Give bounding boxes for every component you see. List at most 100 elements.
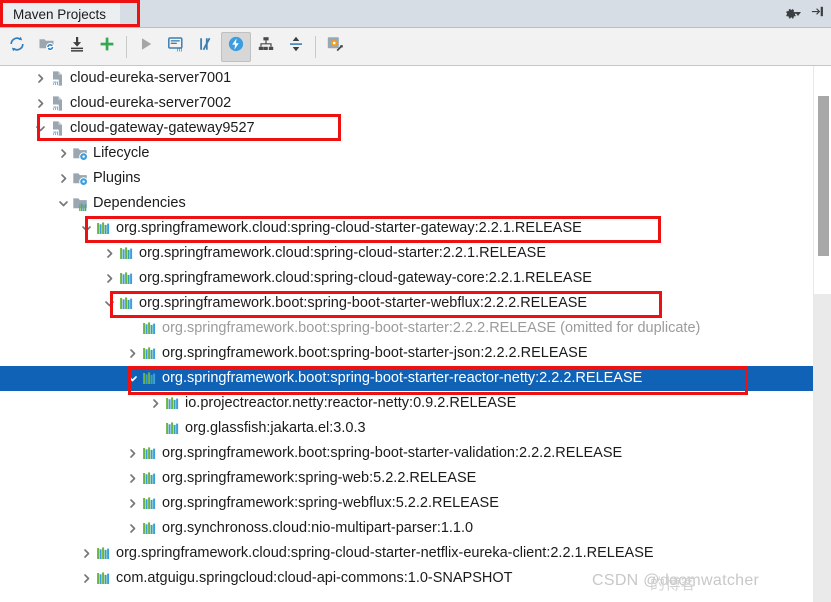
library-icon [141,320,158,337]
skip-tests-icon [197,35,215,58]
tree-row[interactable]: org.springframework.cloud:spring-cloud-g… [0,266,813,291]
tree-row[interactable]: Lifecycle [0,141,813,166]
tree-twisty-collapsed-icon[interactable] [124,520,141,537]
tree-row[interactable]: org.springframework.boot:spring-boot-sta… [0,441,813,466]
tree-twisty-collapsed-icon[interactable] [124,495,141,512]
tree-twisty-collapsed-icon[interactable] [101,245,118,262]
chevron-down-icon [795,12,801,16]
tree-row-label: org.springframework.boot:spring-boot-sta… [162,345,588,361]
hide-panel-icon[interactable] [810,4,825,24]
svg-text:m: m [53,128,59,137]
tree-row-label: com.atguigu.springcloud:cloud-api-common… [116,570,513,586]
tree-twisty-collapsed-icon[interactable] [78,570,95,587]
toolbar-download-sources-and-documentation[interactable] [62,32,92,62]
vertical-scrollbar-thumb[interactable] [818,96,829,256]
toolbar-separator [315,35,316,58]
svg-text:m: m [53,78,59,87]
toolbar-maven-settings[interactable] [320,32,350,62]
vertical-scrollbar[interactable] [813,66,831,602]
tree-row[interactable]: m cloud-gateway-gateway9527 [0,116,813,141]
tree-row-label: org.springframework.boot:spring-boot-sta… [162,445,623,461]
tree-twisty-collapsed-icon[interactable] [147,395,164,412]
dependencies-folder-icon [72,195,89,212]
tree-twisty-collapsed-icon[interactable] [32,95,49,112]
tree-row[interactable]: m cloud-eureka-server7001 [0,66,813,91]
tree-row[interactable]: m cloud-eureka-server7002 [0,91,813,116]
tree-row-label: Lifecycle [93,145,150,161]
tree-twisty-collapsed-icon[interactable] [55,170,72,187]
svg-text:m: m [177,45,183,53]
maven-projects-tree[interactable]: m cloud-eureka-server7001 m cloud-eureka-se… [0,66,813,602]
tree-row[interactable]: io.projectreactor.netty:reactor-netty:0.… [0,391,813,416]
tree-twisty-expanded-icon[interactable] [32,120,49,137]
download-icon [68,35,86,58]
tree-row[interactable]: org.springframework.boot:spring-boot-sta… [0,291,813,316]
tab-maven-projects-label: Maven Projects [13,6,107,22]
toolbar-toggle-offline-mode[interactable] [221,31,251,62]
tree-row[interactable]: org.synchronoss.cloud:nio-multipart-pars… [0,516,813,541]
toolbar-execute-maven-goal[interactable]: m [161,32,191,62]
vertical-scrollbar-track-lower[interactable] [814,294,831,602]
tree-twisty-expanded-icon[interactable] [124,370,141,387]
tree-row[interactable]: org.springframework.boot:spring-boot-sta… [0,341,813,366]
library-icon [118,295,135,312]
toolbar-run-maven-build[interactable] [131,32,161,62]
tool-window-header-actions [783,0,825,28]
tree-row-label: cloud-gateway-gateway9527 [70,120,255,136]
tree-twisty-collapsed-icon[interactable] [124,345,141,362]
tree-row[interactable]: org.springframework.cloud:spring-cloud-s… [0,541,813,566]
watermark: CSDN @doomwatcher 的博客 [592,572,759,593]
tree-row-label: org.synchronoss.cloud:nio-multipart-pars… [162,520,474,536]
tree-row-label: org.springframework.cloud:spring-cloud-g… [139,270,592,286]
tree-row-label: Plugins [93,170,141,186]
tree-twisty-collapsed-icon[interactable] [55,145,72,162]
tree-twisty-collapsed-icon[interactable] [124,470,141,487]
tree-row[interactable]: Dependencies [0,191,813,216]
tree-row[interactable]: org.glassfish:jakarta.el:3.0.3 [0,416,813,441]
tree-row[interactable]: org.springframework.cloud:spring-cloud-s… [0,216,813,241]
lifecycle-folder-icon [72,145,89,162]
refresh-sync-icon [8,35,26,58]
maven-module-icon: m [49,120,66,137]
toolbar-collapse-all[interactable] [281,32,311,62]
tree-row-label: org.springframework:spring-webflux:5.2.2… [162,495,499,511]
tree-row-label: org.springframework.cloud:spring-cloud-s… [139,245,546,261]
library-icon [95,545,112,562]
plus-icon [98,35,116,58]
tree-row[interactable]: org.springframework.boot:spring-boot-sta… [0,316,813,341]
tree-row[interactable]: org.springframework.boot:spring-boot-sta… [0,366,813,391]
maven-toolbar: m [0,28,831,66]
tree-row-label: org.springframework.cloud:spring-cloud-s… [116,220,582,236]
library-icon [141,370,158,387]
toolbar-generate-sources-and-update-folders[interactable] [32,32,62,62]
tab-maven-projects[interactable]: Maven Projects [1,1,121,27]
library-icon [164,395,181,412]
tree-row[interactable]: org.springframework:spring-webflux:5.2.2… [0,491,813,516]
tree-row-label: org.springframework.boot:spring-boot-sta… [162,320,701,336]
tree-row[interactable]: org.springframework:spring-web:5.2.2.REL… [0,466,813,491]
tree-row[interactable]: org.springframework.cloud:spring-cloud-s… [0,241,813,266]
tree-twisty-collapsed-icon[interactable] [101,270,118,287]
toolbar-add-maven-project[interactable] [92,32,122,62]
tree-row-label: Dependencies [93,195,186,211]
library-icon [141,445,158,462]
tree-row-label: org.glassfish:jakarta.el:3.0.3 [185,420,366,436]
tree-twisty-expanded-icon[interactable] [55,195,72,212]
tree-twisty-collapsed-icon[interactable] [124,445,141,462]
tree-row-label: org.springframework.cloud:spring-cloud-s… [116,545,654,561]
toolbar-toggle-skip-tests-mode[interactable] [191,32,221,62]
gear-icon[interactable] [783,7,801,22]
tree-twisty-expanded-icon[interactable] [101,295,118,312]
toolbar-reimport-all-maven-projects[interactable] [2,32,32,62]
lightning-bolt-icon [227,35,245,58]
tree-row-label: org.springframework.boot:spring-boot-sta… [139,295,588,311]
toolbar-show-dependencies[interactable] [251,32,281,62]
tree-twisty-collapsed-icon[interactable] [32,70,49,87]
tool-window-header: Maven Projects [0,0,831,28]
library-icon [118,245,135,262]
library-icon [164,420,181,437]
tree-row-label: org.springframework:spring-web:5.2.2.REL… [162,470,477,486]
tree-twisty-expanded-icon[interactable] [78,220,95,237]
tree-twisty-collapsed-icon[interactable] [78,545,95,562]
tree-row[interactable]: Plugins [0,166,813,191]
